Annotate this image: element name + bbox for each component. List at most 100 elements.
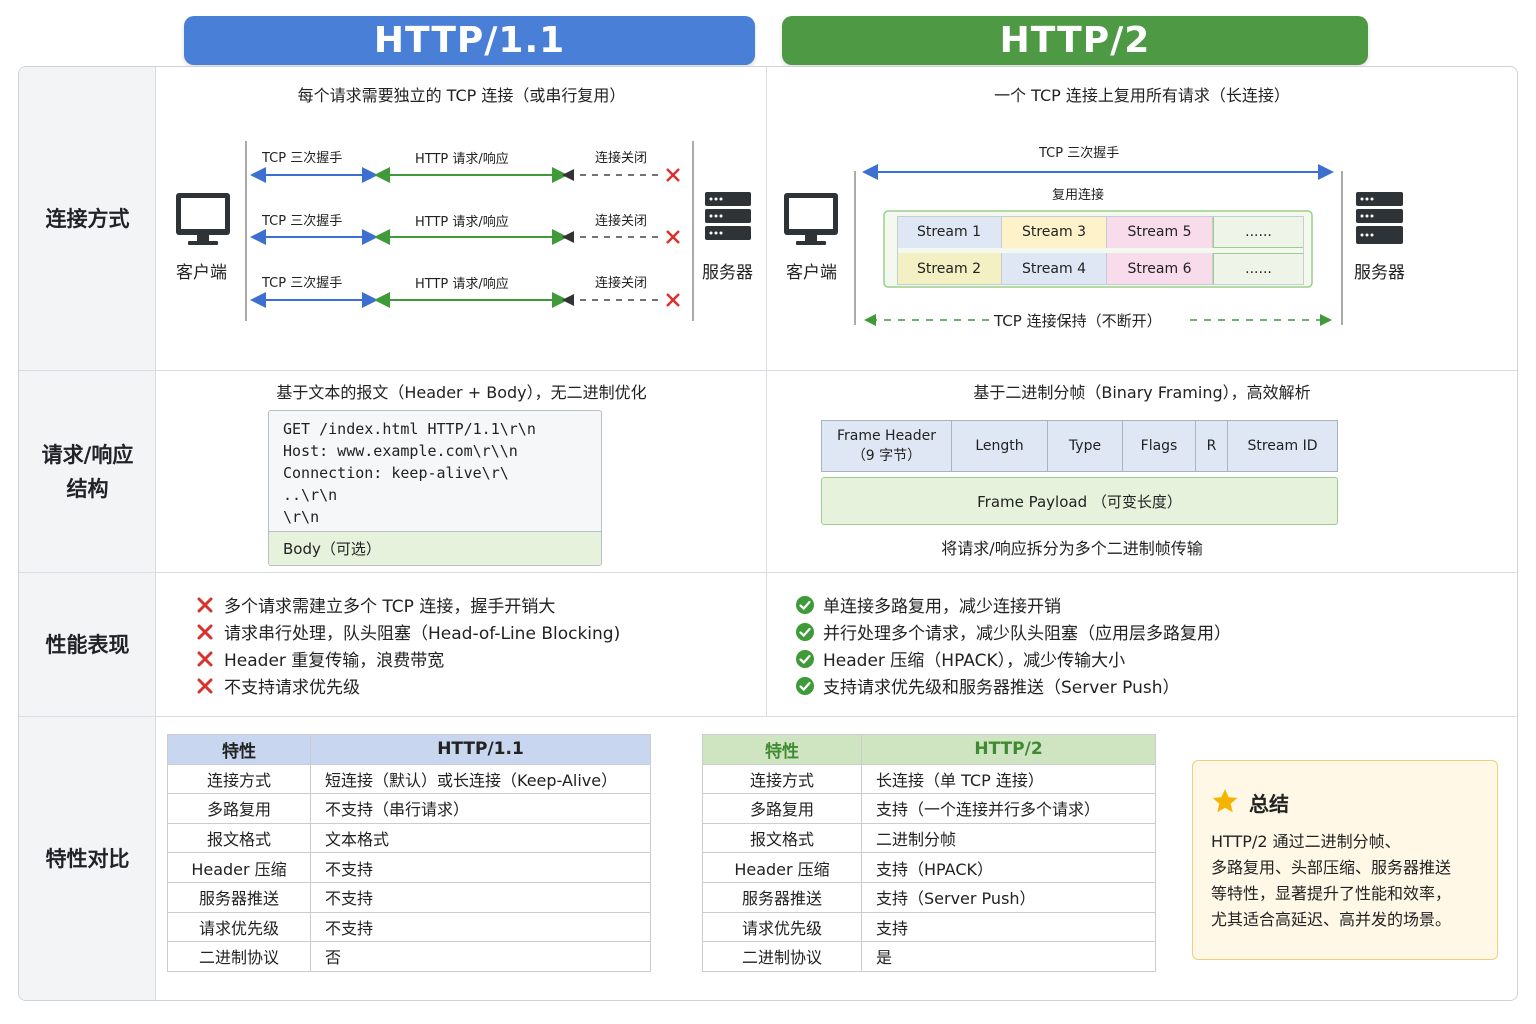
lane3-close-label: 连接关闭 — [595, 276, 648, 291]
stream-cell: ...... — [1213, 253, 1304, 285]
table-row: 多路复用 不支持（串行请求） — [167, 793, 651, 824]
http1-message-text: GET /index.html HTTP/1.1\r\n Host: www.e… — [283, 420, 536, 526]
table-cell: 不支持 — [310, 852, 651, 883]
check-circle-icon — [795, 676, 823, 696]
row-label-performance: 性能表现 — [45, 632, 130, 657]
frame-field-length: Length — [951, 420, 1048, 472]
table-row: 请求优先级 不支持 — [167, 911, 651, 943]
http1-connection-subtitle: 每个请求需要独立的 TCP 连接（或串行复用） — [297, 86, 626, 105]
table-cell: 连接方式 — [167, 763, 311, 795]
table-cell: 长连接（单 TCP 连接） — [861, 763, 1156, 795]
lane1-close-label: 连接关闭 — [595, 151, 648, 166]
http2-feature-table: 特性 HTTP/2 连接方式 长连接（单 TCP 连接） 多路复用 支持（一个连接并… — [702, 734, 1156, 972]
table-cell: 连接方式 — [702, 763, 862, 795]
table-cell: 支持（Server Push） — [861, 881, 1156, 913]
cross-icon — [196, 650, 224, 668]
table-header-cell: 特性 — [702, 734, 862, 765]
http2-multiplex-label: 复用连接 — [1052, 188, 1105, 203]
lane3-handshake-label: TCP 三次握手 — [262, 276, 343, 291]
table-cell: 服务器推送 — [702, 881, 862, 913]
table-cell: 服务器推送 — [167, 881, 311, 913]
http2-frame-caption: 将请求/响应拆分为多个二进制帧传输 — [941, 539, 1203, 558]
table-cell: Header 压缩 — [167, 852, 311, 883]
table-cell: 二进制分帧 — [861, 822, 1156, 854]
frame-field-stream-id: Stream ID — [1227, 420, 1338, 472]
table-cell: 否 — [310, 941, 651, 972]
close-x-icon — [666, 230, 680, 244]
http1-message-body: Body（可选） — [269, 531, 601, 565]
http1-client-label: 客户端 — [176, 263, 227, 283]
lane1-handshake-label: TCP 三次握手 — [262, 151, 343, 166]
list-item: 支持请求优先级和服务器推送（Server Push） — [795, 673, 1180, 698]
table-cell: 二进制协议 — [167, 941, 311, 972]
table-row: 请求优先级 支持 — [702, 911, 1156, 943]
table-header-row: 特性 HTTP/1.1 — [167, 734, 651, 765]
cross-icon — [196, 677, 224, 695]
list-item: 多个请求需建立多个 TCP 连接，握手开销大 — [196, 592, 555, 617]
summary-title: 总结 — [1249, 792, 1289, 816]
table-cell: 报文格式 — [167, 822, 311, 854]
http1-message-box: GET /index.html HTTP/1.1\r\n Host: www.e… — [268, 410, 602, 566]
http2-structure-subtitle: 基于二进制分帧（Binary Framing），高效解析 — [973, 383, 1311, 402]
list-item: Header 重复传输，浪费带宽 — [196, 646, 444, 671]
server-icon — [1356, 192, 1403, 244]
stream-cell: Stream 5 — [1107, 216, 1213, 248]
close-x-icon — [666, 168, 680, 182]
table-cell: 文本格式 — [310, 822, 651, 854]
stream-cell: ...... — [1213, 216, 1304, 248]
table-header-cell: HTTP/2 — [861, 734, 1156, 765]
server-icon — [705, 192, 751, 240]
summary-text: HTTP/2 通过二进制分帧、 多路复用、头部压缩、服务器推送 等特性，显著提升… — [1211, 832, 1452, 929]
list-item: 请求串行处理，队头阻塞（Head-of-Line Blocking) — [196, 619, 620, 644]
table-cell: 不支持（串行请求） — [310, 793, 651, 824]
table-row: 报文格式 文本格式 — [167, 822, 651, 854]
frame-header-cell: Frame Header （9 字节） — [821, 420, 952, 472]
list-item: 并行处理多个请求，减少队头阻塞（应用层多路复用） — [795, 619, 1231, 644]
lane2-handshake-label: TCP 三次握手 — [262, 214, 343, 229]
table-cell: 是 — [861, 941, 1156, 972]
list-item: 不支持请求优先级 — [196, 673, 360, 698]
list-item: 单连接多路复用，减少连接开销 — [795, 592, 1061, 617]
stream-cell: Stream 2 — [897, 253, 1002, 285]
star-icon — [1211, 787, 1239, 819]
row-label-connection: 连接方式 — [45, 206, 130, 231]
table-row: 报文格式 二进制分帧 — [702, 822, 1156, 854]
http2-client-label: 客户端 — [786, 263, 837, 283]
table-cell: 请求优先级 — [167, 911, 311, 943]
http2-keepalive-label: TCP 连接保持（不断开） — [994, 312, 1162, 330]
table-row: 服务器推送 不支持 — [167, 881, 651, 913]
frame-payload: Frame Payload （可变长度） — [821, 477, 1338, 525]
table-row: 多路复用 支持（一个连接并行多个请求） — [702, 793, 1156, 824]
lane1-request-label: HTTP 请求/响应 — [415, 152, 509, 167]
table-row: 二进制协议是 — [702, 941, 1156, 972]
table-cell: 请求优先级 — [702, 911, 862, 943]
row-label-structure: 请求/响应 结构 — [41, 442, 134, 501]
table-cell: 二进制协议 — [702, 941, 862, 972]
http1-title-banner: HTTP/1.1 — [184, 16, 755, 65]
table-cell: 支持（一个连接并行多个请求） — [861, 793, 1156, 824]
table-header-cell: 特性 — [167, 734, 311, 765]
http2-server-label: 服务器 — [1354, 263, 1405, 283]
http2-handshake-label: TCP 三次握手 — [1039, 146, 1120, 161]
client-monitor-icon — [176, 193, 230, 245]
table-row: 连接方式 短连接（默认）或长连接（Keep-Alive） — [167, 763, 651, 795]
client-monitor-icon — [784, 193, 838, 245]
table-cell: Header 压缩 — [702, 852, 862, 883]
frame-field-type: Type — [1047, 420, 1123, 472]
table-row: Header 压缩 支持（HPACK） — [702, 852, 1156, 883]
stream-cell: Stream 6 — [1107, 253, 1213, 285]
table-cell: 支持 — [861, 911, 1156, 943]
table-cell: 不支持 — [310, 881, 651, 913]
cross-icon — [196, 596, 224, 614]
table-header-cell: HTTP/1.1 — [310, 734, 651, 765]
http2-title-banner: HTTP/2 — [782, 16, 1368, 65]
table-cell: 不支持 — [310, 911, 651, 943]
lane2-request-label: HTTP 请求/响应 — [415, 215, 509, 230]
frame-field-r: R — [1195, 420, 1228, 472]
lane2-close-label: 连接关闭 — [595, 214, 648, 229]
http2-connection-subtitle: 一个 TCP 连接上复用所有请求（长连接） — [994, 86, 1290, 105]
row-label-comparison: 特性对比 — [45, 846, 130, 871]
table-cell: 多路复用 — [702, 793, 862, 824]
check-circle-icon — [795, 622, 823, 642]
table-cell: 短连接（默认）或长连接（Keep-Alive） — [310, 763, 651, 795]
